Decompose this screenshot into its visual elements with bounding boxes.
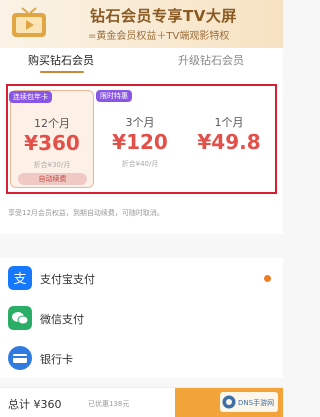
selected-radio-dot	[264, 275, 271, 282]
plan-note: 折合¥30/月	[33, 161, 71, 169]
plan-note: 折合¥40/月	[121, 160, 159, 168]
plan-card-3-months[interactable]: 限时特惠 3个月 ¥120 折合¥40/月	[96, 90, 182, 188]
plan-price: ¥120	[112, 130, 168, 154]
plan-price: ¥360	[24, 131, 80, 155]
tv-icon	[12, 7, 46, 37]
plan-description: 享受12月会员权益，到期自动续费，可随时取消。	[0, 204, 283, 234]
total-price: 总计 ¥360	[8, 398, 62, 411]
payment-methods: 支 支付宝支付 微信支付 银行卡	[0, 258, 283, 378]
banner-subtitle: =黄金会员权益＋TV端观影特权	[88, 31, 230, 42]
plan-badge: 连续包年卡	[9, 91, 52, 103]
svg-text:支: 支	[13, 272, 26, 287]
auto-renew-button[interactable]: 自动续费	[18, 173, 87, 185]
plan-card-1-month[interactable]: 1个月 ¥49.8	[186, 90, 272, 188]
active-tab-indicator	[40, 71, 84, 73]
promo-banner: 钻石会员专享TV大屏 =黄金会员权益＋TV端观影特权	[0, 0, 283, 48]
discount-text: 已优惠138元	[88, 400, 130, 408]
plan-duration: 3个月	[125, 116, 155, 129]
plan-price: ¥49.8	[197, 130, 261, 154]
watermark-text: DNS手游网	[238, 399, 275, 407]
plan-duration: 12个月	[34, 117, 70, 130]
alipay-icon: 支	[8, 266, 32, 290]
watermark-logo-icon	[222, 395, 236, 409]
plan-section: 连续包年卡 12个月 ¥360 折合¥30/月 自动续费 限时特惠 3个月 ¥1…	[0, 74, 283, 204]
plan-card-12-months[interactable]: 连续包年卡 12个月 ¥360 折合¥30/月 自动续费	[9, 90, 94, 188]
payment-option-bank-card[interactable]: 银行卡	[0, 338, 283, 378]
plan-badge: 限时特惠	[96, 90, 132, 102]
tab-upgrade-diamond[interactable]: 升级钻石会员	[178, 48, 244, 74]
tab-bar: 购买钻石会员 升级钻石会员	[0, 48, 283, 74]
payment-label: 微信支付	[40, 313, 84, 326]
payment-label: 银行卡	[40, 353, 73, 366]
plan-duration: 1个月	[214, 116, 244, 129]
payment-option-wechat[interactable]: 微信支付	[0, 298, 283, 338]
banner-title: 钻石会员专享TV大屏	[90, 7, 237, 25]
wechat-icon	[8, 306, 32, 330]
payment-label: 支付宝支付	[40, 273, 95, 286]
payment-option-alipay[interactable]: 支 支付宝支付	[0, 258, 283, 298]
watermark: DNS手游网	[220, 392, 278, 412]
bank-card-icon	[8, 346, 32, 370]
